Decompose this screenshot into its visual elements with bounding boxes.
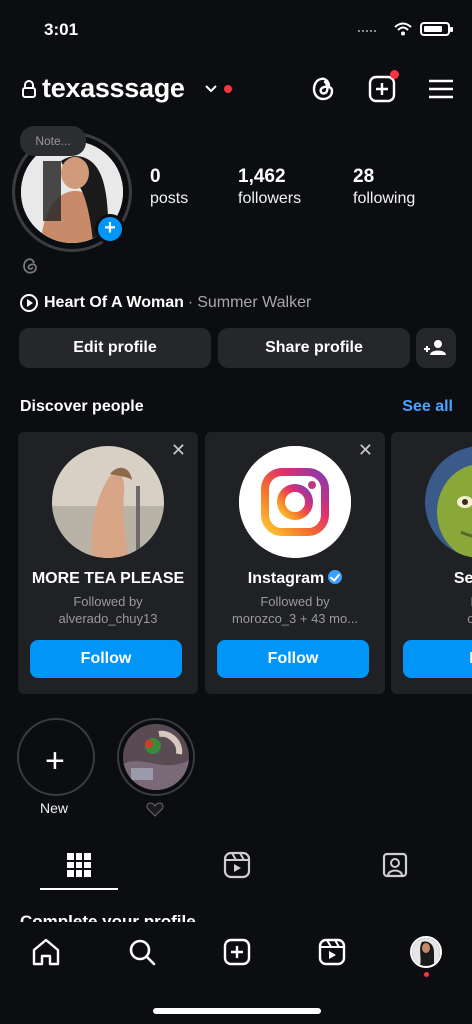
story-highlight[interactable]: [117, 718, 195, 796]
suggestion-followed-by: Foll: [395, 594, 472, 609]
instagram-logo-avatar[interactable]: [239, 446, 351, 558]
close-icon[interactable]: ✕: [358, 440, 373, 461]
active-tab-indicator: [40, 888, 118, 890]
reels-icon[interactable]: [222, 850, 252, 880]
profile-notification-dot: [424, 972, 429, 977]
stat-followers[interactable]: 1,462 followers: [238, 166, 301, 208]
threads-badge-icon[interactable]: [20, 256, 40, 276]
wifi-icon: [394, 22, 412, 36]
stat-posts[interactable]: 0 posts: [150, 166, 188, 208]
suggestion-avatar[interactable]: [52, 446, 164, 558]
add-story-button[interactable]: +: [95, 214, 125, 244]
share-profile-button[interactable]: Share profile: [218, 328, 410, 368]
posts-label: posts: [150, 190, 189, 207]
suggestion-card[interactable]: ✕ MORE TEA PLEASE Followed by alverado_c…: [18, 432, 198, 694]
followers-count: 1,462: [238, 166, 286, 187]
music-separator: ·: [187, 294, 194, 311]
play-icon: [20, 294, 38, 312]
suggestion-followed-by: Followed by: [260, 594, 330, 609]
create-post-icon[interactable]: [221, 936, 253, 968]
suggestion-mutual: morozco_3 + 43 mo...: [231, 611, 359, 626]
reels-nav-icon[interactable]: [316, 936, 348, 968]
suggestion-name[interactable]: Instagram: [205, 570, 385, 588]
stat-following[interactable]: 28 following: [353, 166, 415, 208]
account-username[interactable]: texasssage: [42, 73, 185, 104]
discover-people-title: Discover people: [20, 398, 144, 415]
tagged-icon[interactable]: [380, 850, 410, 880]
suggestion-card[interactable]: Senora Foll chus Fo: [391, 432, 472, 694]
threads-icon[interactable]: [308, 74, 338, 104]
status-time: 3:01: [44, 20, 79, 39]
following-count: 28: [353, 166, 375, 187]
follow-button[interactable]: Fo: [403, 640, 472, 678]
suggestion-name-text: Instagram: [247, 570, 325, 587]
posts-count: 0: [150, 166, 161, 187]
highlight-cover: [123, 724, 189, 790]
create-notification-dot: [390, 70, 399, 79]
edit-profile-button[interactable]: Edit profile: [19, 328, 211, 368]
see-all-link[interactable]: See all: [402, 398, 453, 416]
battery-icon: [420, 22, 453, 36]
suggestion-mutual: alverado_chuy13: [58, 611, 158, 626]
lock-icon: [22, 80, 36, 98]
profile-nav-avatar[interactable]: [410, 936, 442, 968]
chevron-down-icon[interactable]: [204, 82, 218, 96]
suggestion-avatar[interactable]: [425, 446, 472, 558]
follow-button[interactable]: Follow: [217, 640, 369, 678]
signal-icon: [358, 30, 376, 34]
add-person-icon: [424, 340, 446, 355]
suggestion-name[interactable]: MORE TEA PLEASE: [18, 570, 198, 588]
home-indicator: [153, 1008, 321, 1014]
note-bubble[interactable]: Note...: [20, 126, 86, 156]
profile-screen: 3:01 texasssage Note... + 0 posts 1,462 …: [0, 0, 472, 1024]
plus-icon: +: [45, 742, 65, 780]
music-artist: Summer Walker: [197, 294, 312, 311]
following-label: following: [353, 190, 416, 207]
search-icon[interactable]: [126, 936, 158, 968]
suggestion-card[interactable]: ✕ Instagram Followed by morozco_3 + 43 m…: [205, 432, 385, 694]
suggested-cards: ✕ MORE TEA PLEASE Followed by alverado_c…: [0, 432, 472, 694]
black-heart-icon: [146, 800, 164, 818]
suggestion-followed-by: Followed by: [73, 594, 143, 609]
create-icon[interactable]: [367, 70, 399, 104]
bottom-navigation: [0, 922, 472, 1024]
profile-tabs: [0, 842, 472, 892]
suggestion-mutual: chus: [467, 611, 472, 626]
music-song: Heart Of A Woman: [44, 294, 184, 311]
grid-icon[interactable]: [64, 850, 94, 880]
new-highlight-label: New: [40, 800, 69, 816]
status-bar: 3:01: [0, 0, 472, 60]
new-highlight-button[interactable]: +: [17, 718, 95, 796]
profile-header: texasssage: [0, 64, 472, 114]
discover-people-button[interactable]: [416, 328, 456, 368]
menu-icon[interactable]: [426, 74, 456, 104]
profile-music[interactable]: Heart Of A Woman · Summer Walker: [20, 292, 311, 314]
suggestion-name[interactable]: Senora: [391, 570, 472, 588]
followers-label: followers: [238, 190, 302, 207]
verified-badge-icon: [328, 570, 343, 584]
notification-dot: [224, 85, 232, 93]
close-icon[interactable]: ✕: [171, 440, 186, 461]
follow-button[interactable]: Follow: [30, 640, 182, 678]
home-icon[interactable]: [30, 936, 62, 968]
